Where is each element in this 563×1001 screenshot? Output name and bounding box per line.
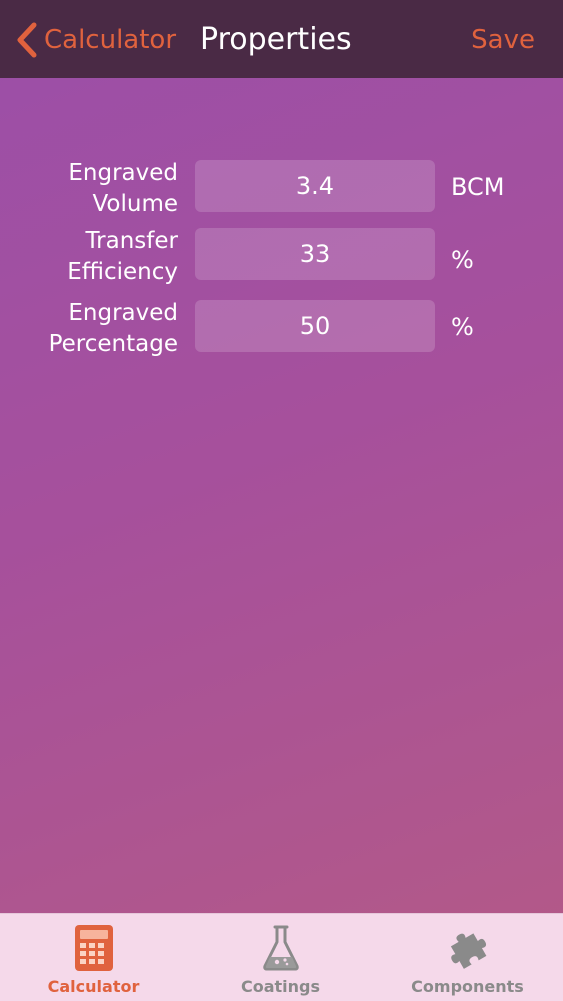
calculator-icon xyxy=(74,925,113,971)
engraved-percentage-row: Engraved Percentage % xyxy=(0,298,563,358)
engraved-percentage-label: Engraved Percentage xyxy=(8,298,178,360)
engraved-volume-input[interactable] xyxy=(195,160,435,212)
transfer-efficiency-label: Transfer Efficiency xyxy=(8,226,178,288)
tab-coatings-label: Coatings xyxy=(240,977,321,996)
engraved-volume-unit: BCM xyxy=(451,173,505,201)
engraved-percentage-unit: % xyxy=(451,313,474,341)
tab-bar: Calculator Coatings Components xyxy=(0,913,563,1001)
tab-components[interactable]: Components xyxy=(374,914,561,1001)
tab-coatings[interactable]: Coatings xyxy=(187,914,374,1001)
transfer-efficiency-label-line2: Efficiency xyxy=(67,259,178,285)
save-button[interactable]: Save xyxy=(471,18,535,62)
chevron-left-icon xyxy=(17,22,37,58)
transfer-efficiency-input[interactable] xyxy=(195,228,435,280)
flask-icon xyxy=(262,925,299,971)
back-button[interactable]: Calculator xyxy=(12,18,176,62)
transfer-efficiency-label-line1: Transfer xyxy=(85,228,178,254)
page-title: Properties xyxy=(200,22,352,57)
tab-calculator-label: Calculator xyxy=(47,977,140,996)
tab-calculator[interactable]: Calculator xyxy=(0,914,187,1001)
engraved-volume-label: Engraved Volume xyxy=(8,158,178,220)
engraved-volume-label-line1: Engraved xyxy=(68,160,178,186)
puzzle-piece-icon xyxy=(450,933,486,969)
navigation-bar: Calculator Properties Save xyxy=(0,0,563,78)
tab-components-label: Components xyxy=(411,977,524,996)
back-button-label: Calculator xyxy=(44,25,177,55)
engraved-percentage-input[interactable] xyxy=(195,300,435,352)
engraved-percentage-label-line2: Percentage xyxy=(48,331,178,357)
transfer-efficiency-unit: % xyxy=(451,246,474,274)
transfer-efficiency-row: Transfer Efficiency % xyxy=(0,226,563,286)
engraved-volume-label-line2: Volume xyxy=(92,191,178,217)
engraved-volume-row: Engraved Volume BCM xyxy=(0,158,563,218)
engraved-percentage-label-line1: Engraved xyxy=(68,300,178,326)
